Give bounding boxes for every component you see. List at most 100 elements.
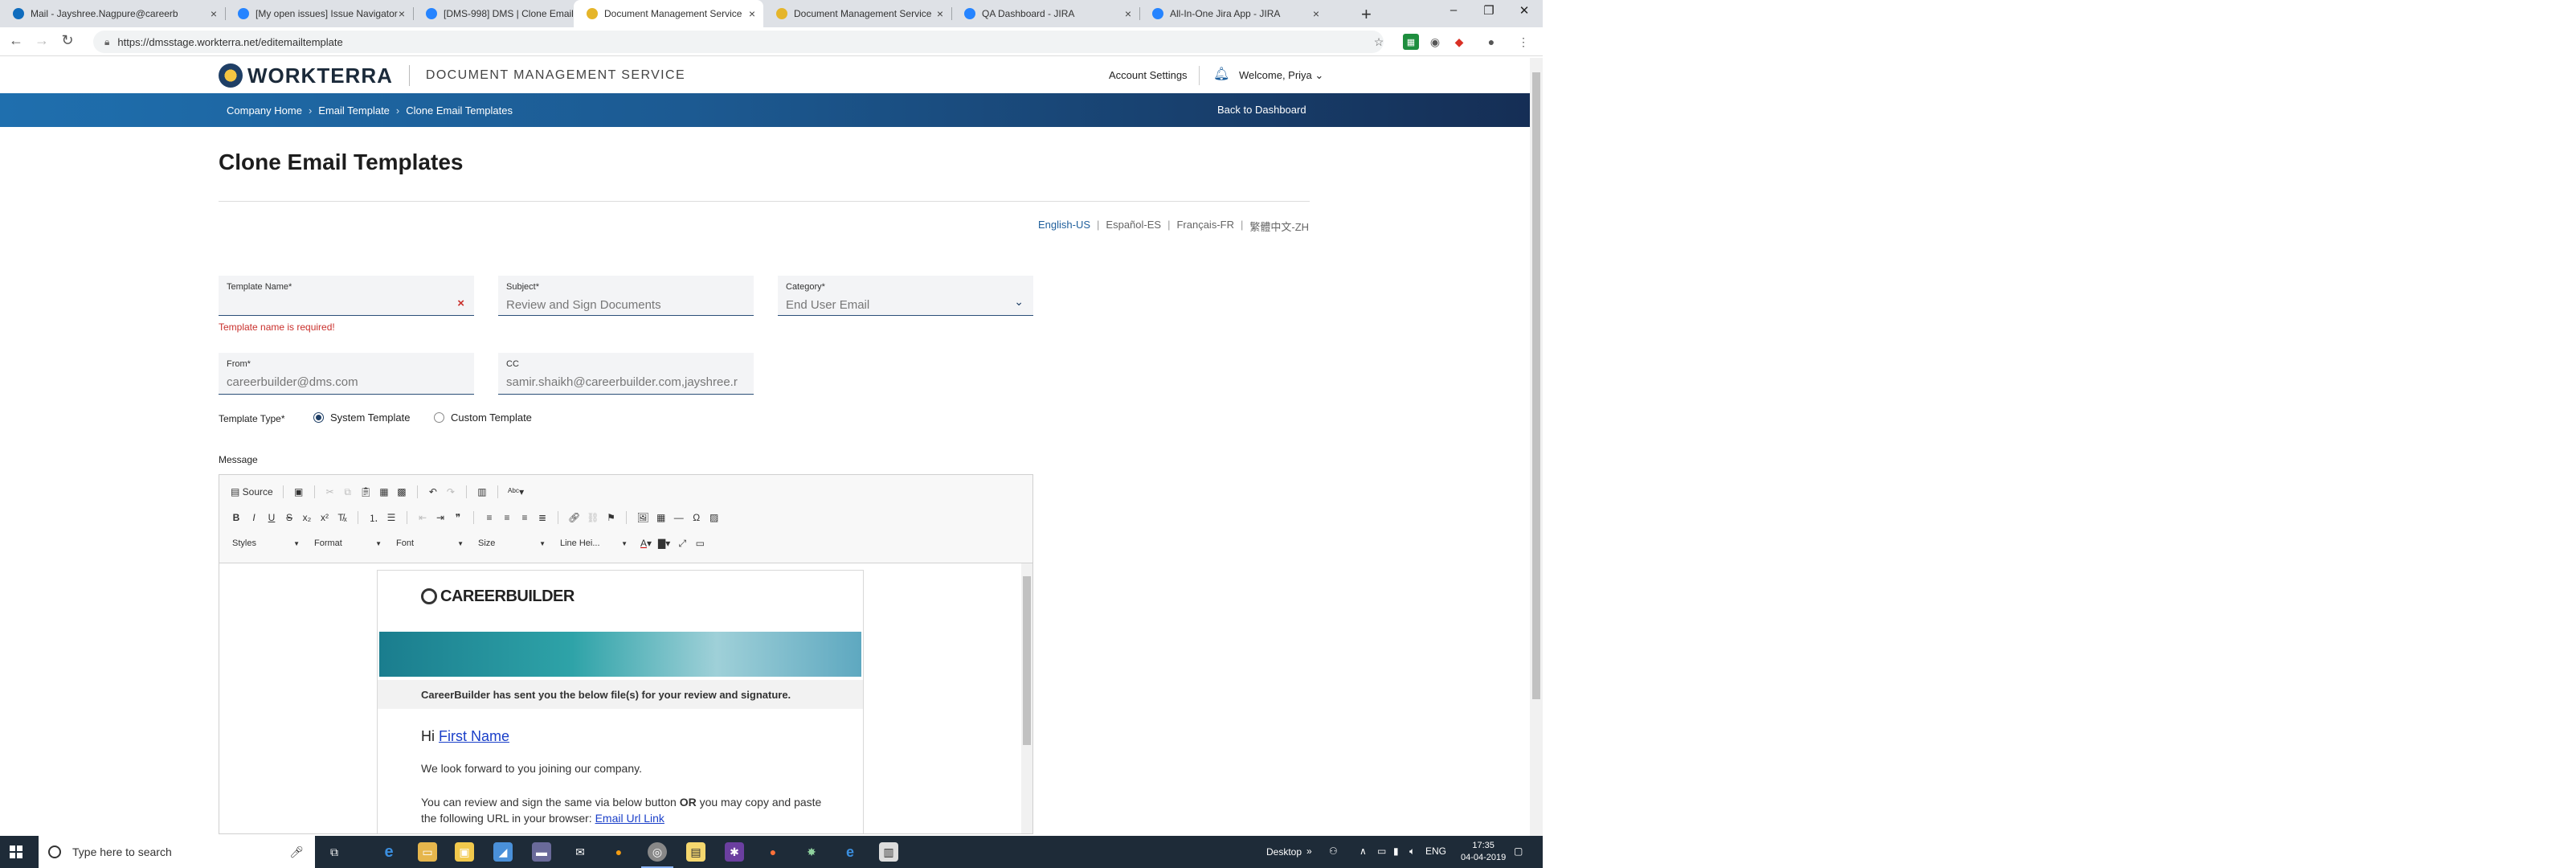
back-to-dashboard-link[interactable]: Back to Dashboard [1217,104,1306,116]
find-replace-icon[interactable]: ▥ [475,485,489,499]
page-scrollbar[interactable] [1530,58,1543,836]
align-left-icon[interactable]: ≡ [482,510,497,525]
bold-icon[interactable]: B [229,510,243,525]
back-icon[interactable]: ← [6,32,26,49]
horizontal-line-icon[interactable]: ― [672,510,686,525]
align-center-icon[interactable]: ≡ [500,510,514,525]
chevron-icon[interactable]: » [1306,845,1312,857]
line-height-dropdown[interactable]: Line Hei... ▼ [557,535,631,551]
image-icon[interactable]: 🖼︎ [635,510,650,525]
email-url-link[interactable]: Email Url Link [595,812,664,825]
background-color-icon[interactable]: ▇▾ [656,536,672,551]
unlink-icon[interactable]: ⛓ [585,510,600,525]
app-icon[interactable]: ▬ [532,842,551,862]
ie-icon[interactable]: e [840,842,860,862]
profile-icon[interactable]: ● [1483,34,1499,50]
outdent-icon[interactable]: ⇤ [415,510,430,525]
language-indicator[interactable]: ENG [1425,845,1446,857]
italic-icon[interactable]: I [247,510,261,525]
close-tab-icon[interactable]: × [211,7,217,20]
file-explorer-icon[interactable]: ▭ [418,842,437,862]
radio-custom-template[interactable]: Custom Template [434,411,532,424]
people-icon[interactable]: ⚇ [1329,845,1338,857]
text-color-icon[interactable]: A ▾ [639,536,653,551]
close-window-icon[interactable]: ✕ [1512,3,1536,18]
insert-image-icon[interactable]: ▨ [707,510,722,525]
align-right-icon[interactable]: ≡ [517,510,532,525]
remove-format-icon[interactable]: T̸ₓ [335,510,350,525]
strikethrough-icon[interactable]: S [282,510,296,525]
minimize-icon[interactable]: – [1441,3,1466,17]
menu-dots-icon[interactable]: ⋮ [1515,34,1531,50]
browser-tab-dms-active[interactable]: Document Management Service × [574,0,763,27]
show-hidden-icons-icon[interactable]: ∧ [1360,845,1367,857]
paste-word-icon[interactable]: ▩ [395,485,409,499]
camera-extension-icon[interactable]: ◉ [1427,34,1443,50]
cc-field[interactable]: CC samir.shaikh@careerbuilder.com,jayshr… [498,353,754,395]
source-button[interactable]: ▤ Source [229,485,275,499]
network-icon[interactable]: ▭ [1377,845,1386,857]
radio-system-template[interactable]: System Template [313,411,410,424]
close-tab-icon[interactable]: × [749,7,755,20]
superscript-icon[interactable]: x² [317,510,332,525]
redo-icon[interactable]: ↷ [444,485,458,499]
clock[interactable]: 17:35 04-04-2019 [1461,840,1506,864]
underline-icon[interactable]: U [264,510,279,525]
language-english[interactable]: English-US [1038,219,1090,234]
blockquote-icon[interactable]: ❞ [451,510,465,525]
indent-icon[interactable]: ⇥ [433,510,448,525]
cut-icon[interactable]: ✂ [323,485,337,499]
taskbar-search[interactable]: Type here to search 🎤︎ [39,836,315,868]
undo-icon[interactable]: ↶ [426,485,440,499]
justify-icon[interactable]: ≣ [535,510,550,525]
brand[interactable]: WORKTERRA DOCUMENT MANAGEMENT SERVICE [219,63,685,88]
first-name-placeholder-link[interactable]: First Name [439,728,509,744]
store-icon[interactable]: ▣ [455,842,474,862]
address-bar[interactable]: 🔒︎ https://dmsstage.workterra.net/editem… [93,31,1384,53]
browser-tab-mail[interactable]: Mail - Jayshree.Nagpure@careerb × [0,0,225,27]
maximize-icon[interactable]: ⤢ [675,536,689,551]
styles-dropdown[interactable]: Styles ▼ [229,535,303,551]
sheets-extension-icon[interactable]: ▦ [1403,34,1419,50]
app-icon[interactable]: ✱ [725,842,744,862]
link-icon[interactable]: 🔗︎ [566,510,582,525]
app-icon[interactable]: ● [609,842,628,862]
page-scrollbar-thumb[interactable] [1532,72,1540,699]
paste-text-icon[interactable]: ▦ [377,485,391,499]
account-settings-link[interactable]: Account Settings [1109,69,1188,81]
windows-start-icon[interactable] [10,845,22,858]
subscript-icon[interactable]: x₂ [300,510,314,525]
extension-icon[interactable]: ◆ [1451,34,1467,50]
template-name-field[interactable]: Template Name* × [219,276,474,316]
table-icon[interactable]: ▦ [654,510,669,525]
breadcrumb-email-template[interactable]: Email Template [318,104,390,117]
volume-icon[interactable]: 🔈︎ [1409,845,1415,858]
app-icon[interactable]: ◢ [493,842,513,862]
subject-field[interactable]: Subject* Review and Sign Documents [498,276,754,316]
app-icon[interactable]: ✸ [802,842,821,862]
close-tab-icon[interactable]: × [399,7,405,20]
desktop-toolbar-label[interactable]: Desktop [1266,846,1302,858]
editor-content-area[interactable]: CAREERBUILDER CareerBuilder has sent you… [219,563,1032,833]
close-tab-icon[interactable]: × [937,7,943,20]
reload-icon[interactable]: ↻ [58,32,77,49]
firefox-icon[interactable]: ● [763,842,783,862]
browser-tab-jira-app[interactable]: All-In-One Jira App - JIRA × [1139,0,1327,27]
anchor-icon[interactable]: ⚑ [603,510,618,525]
app-icon[interactable]: ▥ [879,842,898,862]
copy-icon[interactable]: ⧉ [341,485,355,499]
mail-icon[interactable]: ✉ [570,842,590,862]
sticky-notes-icon[interactable]: ▤ [686,842,705,862]
edge-icon[interactable]: e [379,842,399,862]
browser-tab-qa-dashboard[interactable]: QA Dashboard - JIRA × [951,0,1139,27]
language-spanish[interactable]: Español-ES [1106,219,1161,234]
notifications-icon[interactable]: ▢ [1514,845,1523,857]
forward-icon[interactable]: → [32,32,51,49]
browser-tab-issues[interactable]: [My open issues] Issue Navigator × [225,0,413,27]
templates-icon[interactable]: ▣ [292,485,306,499]
format-dropdown[interactable]: Format ▼ [311,535,385,551]
category-select[interactable]: Category* End User Email ⌄ [778,276,1033,316]
size-dropdown[interactable]: Size ▼ [475,535,549,551]
microphone-icon[interactable]: 🎤︎ [289,845,304,859]
special-char-icon[interactable]: Ω [689,510,704,525]
